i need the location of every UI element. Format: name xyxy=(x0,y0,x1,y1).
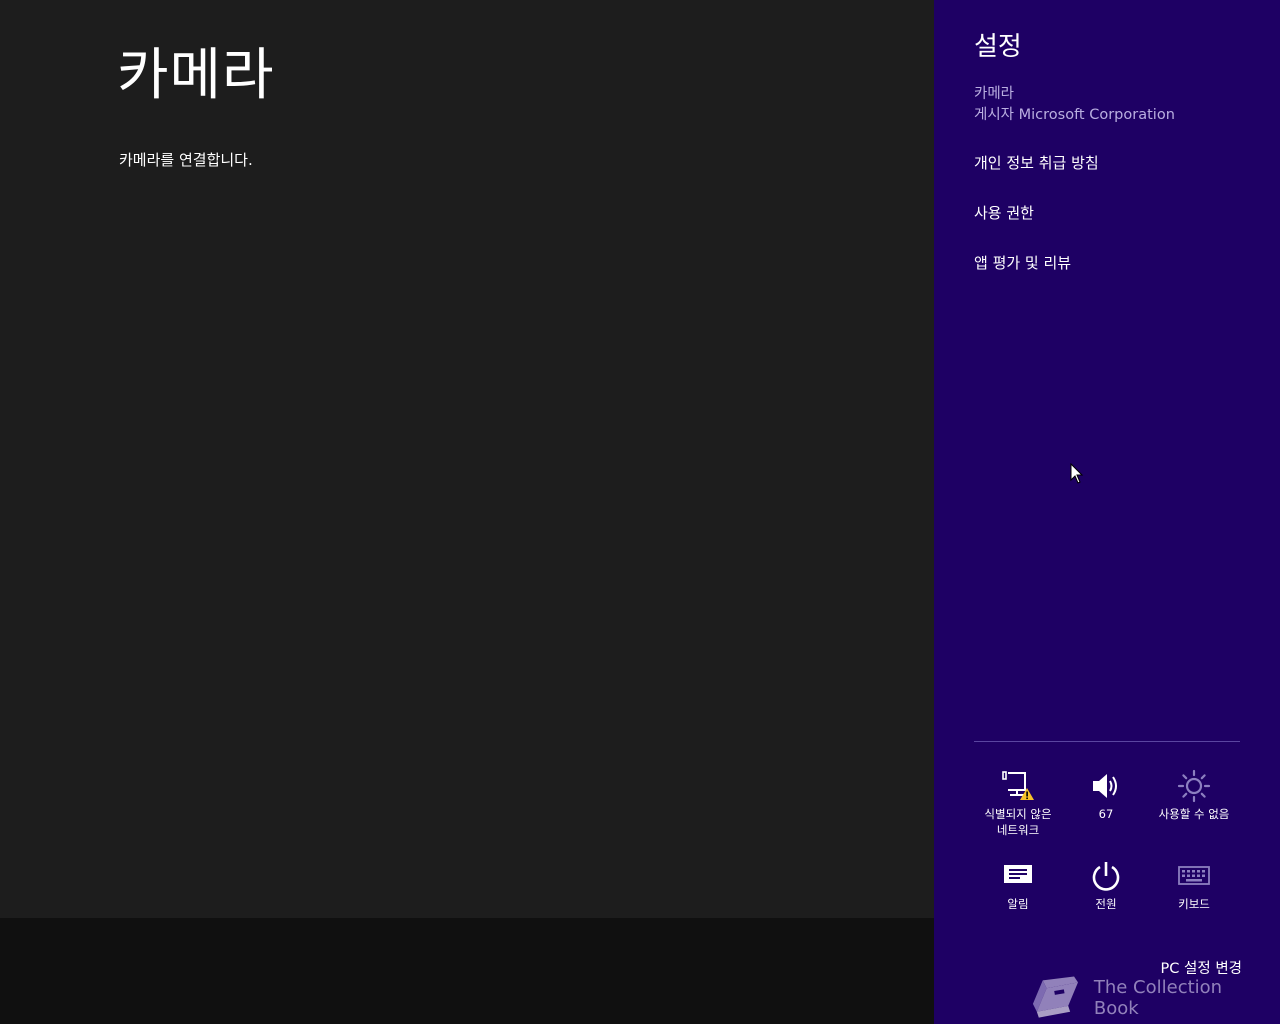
app-title: 카메라 xyxy=(117,43,275,108)
notifications-button[interactable]: 알림 xyxy=(974,856,1062,912)
brightness-label: 사용할 수 없음 xyxy=(1158,807,1230,821)
camera-app: 카메라 카메라를 연결합니다. xyxy=(0,0,934,918)
app-name: 카메라 xyxy=(974,86,1015,102)
menu-item-rate-and-review[interactable]: 앱 평가 및 리뷰 xyxy=(974,252,1099,302)
brightness-icon xyxy=(1177,769,1211,803)
menu-item-privacy-policy[interactable]: 개인 정보 취급 방침 xyxy=(974,152,1099,202)
settings-charm-panel: 설정 카메라 게시자 Microsoft Corporation 개인 정보 취… xyxy=(934,0,1280,1024)
watermark-text: The Collection Book xyxy=(1093,977,1223,1019)
keyboard-button[interactable]: 키보드 xyxy=(1150,856,1238,912)
notifications-label: 알림 xyxy=(1007,897,1029,911)
book-icon xyxy=(1032,976,1078,1018)
power-button[interactable]: 전원 xyxy=(1062,856,1150,912)
keyboard-icon xyxy=(1178,866,1210,885)
divider xyxy=(974,741,1240,742)
volume-button[interactable]: 67 xyxy=(1062,766,1150,822)
power-icon xyxy=(1092,862,1120,891)
network-button[interactable]: 식별되지 않은 네트워크 xyxy=(974,766,1062,838)
brightness-button[interactable]: 사용할 수 없음 xyxy=(1150,766,1238,822)
watermark: The Collection Book xyxy=(1029,972,1269,1024)
volume-label: 67 xyxy=(1098,807,1114,821)
connect-camera-message: 카메라를 연결합니다. xyxy=(119,151,253,169)
power-label: 전원 xyxy=(1095,897,1117,911)
keyboard-label: 키보드 xyxy=(1178,897,1210,911)
network-warning-icon xyxy=(1002,771,1034,800)
publisher: 게시자 Microsoft Corporation xyxy=(974,107,1175,123)
notifications-icon xyxy=(1004,865,1032,883)
mouse-cursor-icon xyxy=(1070,463,1084,484)
network-label: 식별되지 않은 네트워크 xyxy=(984,807,1052,837)
charm-title: 설정 xyxy=(974,32,1022,62)
volume-icon xyxy=(1093,774,1117,798)
settings-menu: 개인 정보 취급 방침 사용 권한 앱 평가 및 리뷰 xyxy=(974,152,1099,302)
app-info: 카메라 게시자 Microsoft Corporation xyxy=(974,84,1175,126)
menu-item-permissions[interactable]: 사용 권한 xyxy=(974,202,1099,252)
app-bottom-bar xyxy=(0,918,934,1024)
